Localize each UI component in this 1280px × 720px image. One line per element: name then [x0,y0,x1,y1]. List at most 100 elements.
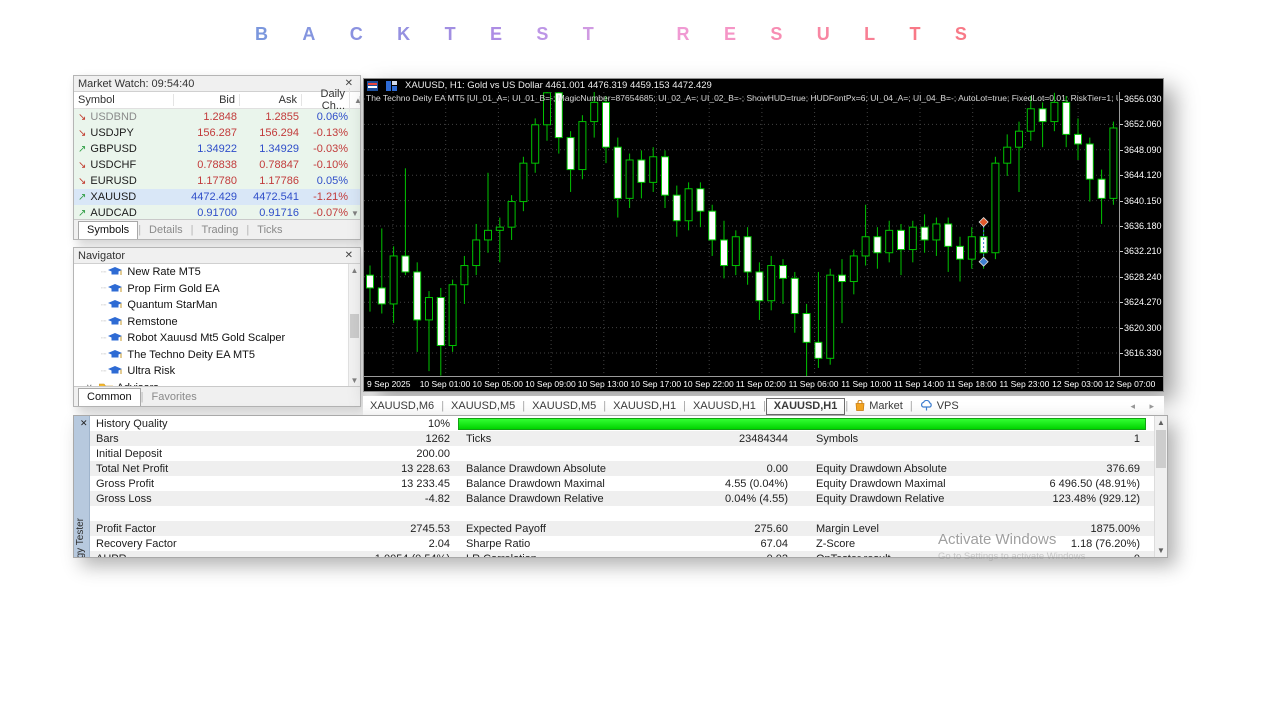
tree-line: ┈ [101,299,107,310]
candle [1050,101,1059,123]
tab-market[interactable]: Market [848,398,910,414]
market-watch-row-usdjpy[interactable]: ↘ USDJPY 156.287 156.294 -0.13% [74,125,360,141]
candle [944,223,953,247]
stat-label: Balance Drawdown Absolute [466,462,607,475]
navigator-item-the-techno-deity-ea-mt5[interactable]: ┈ The Techno Deity EA MT5 [74,347,360,364]
tab-details[interactable]: Details [141,222,191,239]
tab-ticks[interactable]: Ticks [249,222,290,239]
candle [708,210,717,241]
expert-advisor-icon [108,349,123,358]
market-watch-row-eurusd[interactable]: ↘ EURUSD 1.17780 1.17786 0.05% [74,173,360,189]
price-axis[interactable]: 3656.030 3652.060 3648.090 3644.120 3640.150… [1120,92,1163,377]
banner-letter: C [349,24,363,44]
time-label: 10 Sep 22:00 [683,379,734,389]
price-label: 3632.210 [1124,246,1162,257]
scroll-down-icon[interactable]: ▼ [350,209,360,218]
scrollbar-thumb[interactable] [1156,430,1166,468]
symbol-name: USDCHF [90,159,137,171]
stat-label: Sharpe Ratio [466,537,531,550]
item-label: Quantum StarMan [127,299,218,312]
scroll-up-icon[interactable]: ▲ [1155,418,1167,427]
stat-value: 1.0054 (0.54%) [372,553,450,558]
stat-label: Z-Score [816,537,856,550]
tab-scroll-arrows[interactable]: ◂ ▸ [1130,401,1164,412]
price-tick [1120,175,1123,177]
column-ask[interactable]: Ask [240,94,302,106]
ask-value: 4472.541 [253,191,299,203]
chart-tab-xauusd-m5[interactable]: XAUUSD,M5 [525,398,603,414]
stat-label: Margin Level [816,522,879,535]
candle [956,245,964,260]
time-axis[interactable]: 9 Sep 2025 10 Sep 01:00 10 Sep 05:00 10 Sep… [364,376,1163,391]
scroll-down-icon[interactable]: ▼ [1155,546,1167,555]
close-icon[interactable]: ✕ [342,250,356,261]
stat-label: Balance Drawdown Maximal [466,477,605,490]
column-symbol[interactable]: Symbol [74,94,174,106]
tab-symbols[interactable]: Symbols [78,221,139,239]
symbol-cell: ↗ GBPUSD [74,143,174,155]
market-watch-row-usdbnd[interactable]: ↘ USDBND 1.2848 1.2855 0.06% [74,109,360,125]
market-watch-row-xauusd[interactable]: ↗ XAUUSD 4472.429 4472.541 -1.21% [74,189,360,205]
tester-row: Profit Factor 2745.53 Expected Payoff 275.6… [90,521,1154,536]
candle [861,236,870,257]
candle [389,255,398,305]
stat-label: Balance Drawdown Relative [466,492,604,505]
navigator-scrollbar[interactable]: ▲ ▼ [348,264,360,387]
navigator-item-ultra-risk[interactable]: ┈ Ultra Risk [74,363,360,380]
market-watch-row-gbpusd[interactable]: ↗ GBPUSD 1.34922 1.34929 -0.03% [74,141,360,157]
ask-value: 0.91716 [259,207,299,219]
stat-value: 13 228.63 [401,462,450,475]
chart-tab-xauusd-h1[interactable]: XAUUSD,H1 [686,398,763,414]
symbol-name: GBPUSD [90,143,137,155]
navigator-item-remstone[interactable]: ┈ Remstone [74,314,360,331]
scroll-down-icon[interactable]: ▼ [349,376,360,385]
chart-tab-xauusd-m6[interactable]: XAUUSD,M6 [363,398,441,414]
banner-letter: R [676,24,690,44]
navigator-item-quantum-starman[interactable]: ┈ Quantum StarMan [74,297,360,314]
scroll-up-icon[interactable]: ▲ [350,95,362,105]
candle [519,162,528,203]
candle [908,226,917,251]
candle [967,236,976,260]
tester-results-table: History Quality 10% Bars 1262 Ticks 23484344 S… [90,416,1154,557]
history-quality-bar [458,417,1146,430]
navigator-item-new-rate-mt5[interactable]: ┈ New Rate MT5 [74,264,360,281]
tab-common[interactable]: Common [78,388,141,406]
stat-label: Initial Deposit [96,447,163,460]
price-label: 3620.300 [1124,322,1162,333]
tab-favorites[interactable]: Favorites [143,389,204,406]
close-icon[interactable]: ✕ [77,418,91,429]
chart-tab-xauusd-h1[interactable]: XAUUSD,H1 [606,398,683,414]
market-label: Market [869,400,903,412]
candle [1062,101,1071,135]
candle [602,101,610,148]
chart-plot-area[interactable]: The Techno Deity EA MT5 [UI_01_A=; UI_01… [364,92,1120,377]
column-daily-change[interactable]: Daily Ch... [302,88,350,112]
scroll-up-icon[interactable]: ▲ [349,266,360,275]
price-label: 3624.270 [1124,297,1162,308]
banner-letter: S [770,24,783,44]
tester-scrollbar[interactable]: ▲ ▼ [1154,416,1167,557]
price-tick [1120,99,1123,100]
daily-change-value: 0.06% [316,111,348,123]
navigator-item-robot-xauusd-mt5-gold-scalper[interactable]: ┈ Robot Xauusd Mt5 Gold Scalper [74,330,360,347]
column-bid[interactable]: Bid [174,94,240,106]
chart-window[interactable]: XAUUSD, H1: Gold vs US Dollar 4461.001 4… [363,78,1164,392]
stat-value: 123.48% (929.12) [1052,492,1140,505]
trade-close-marker [978,216,989,228]
tab-trading[interactable]: Trading [194,222,247,239]
navigator-item-prop-firm-gold-ea[interactable]: ┈ Prop Firm Gold EA [74,281,360,298]
stat-label: Recovery Factor [96,537,177,550]
chart-tab-xauusd-h1-active[interactable]: XAUUSD,H1 [765,397,846,415]
scrollbar-thumb[interactable] [350,314,359,338]
tab-vps[interactable]: VPS [913,398,966,414]
strategy-tester-label: Strategy Tester [75,517,86,558]
candle [755,271,764,302]
candlestick-chart[interactable] [364,92,1120,377]
chart-tab-xauusd-m5[interactable]: XAUUSD,M5 [444,398,522,414]
time-label: 10 Sep 13:00 [577,379,629,389]
candle [838,274,846,283]
market-watch-row-usdchf[interactable]: ↘ USDCHF 0.78838 0.78847 -0.10% [74,157,360,173]
stat-value: 1 [1133,432,1140,445]
price-tick [1120,302,1123,304]
